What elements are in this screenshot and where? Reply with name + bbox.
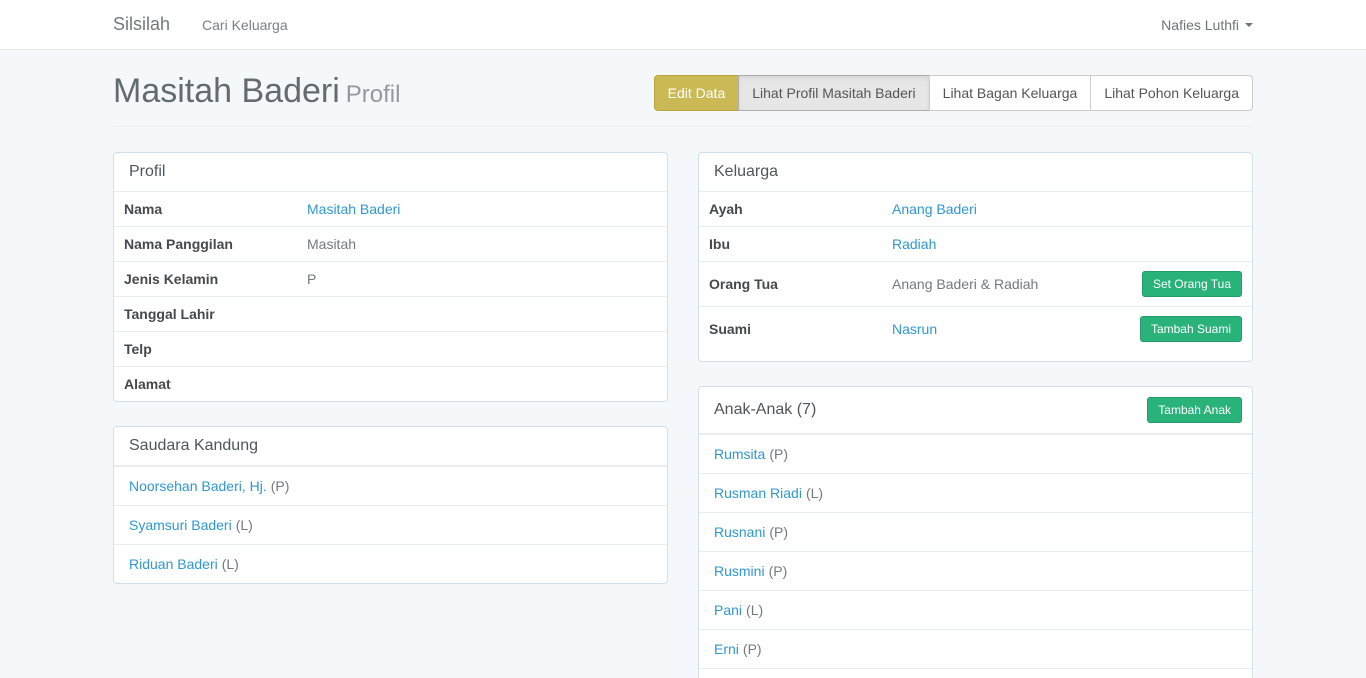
saudara-kandung-panel: Saudara Kandung Noorsehan Baderi, Hj.(P)… xyxy=(113,426,668,584)
lihat-pohon-keluarga-button[interactable]: Lihat Pohon Keluarga xyxy=(1090,75,1253,111)
sibling-link[interactable]: Syamsuri Baderi xyxy=(129,517,232,533)
page-title: Masitah BaderiProfil xyxy=(113,72,400,114)
person-name: Masitah Baderi xyxy=(113,72,340,110)
keluarga-title: Keluarga xyxy=(714,163,778,181)
profil-panel: Profil Nama Masitah Baderi Nama Panggila… xyxy=(113,152,668,402)
list-item: Pani(L) xyxy=(699,590,1252,629)
list-item: Riduan Baderi(L) xyxy=(114,544,667,583)
child-link[interactable]: Pani xyxy=(714,602,742,618)
row-value: Masitah xyxy=(299,227,667,262)
child-link[interactable]: Erni xyxy=(714,641,739,657)
table-row: Suami Nasrun Tambah Suami xyxy=(699,307,1252,352)
profile-action-group: Edit Data Lihat Profil Masitah Baderi Li… xyxy=(654,75,1253,111)
row-label: Telp xyxy=(114,332,299,367)
gender-label: (P) xyxy=(769,446,788,462)
gender-label: (P) xyxy=(769,524,788,540)
lihat-profil-button[interactable]: Lihat Profil Masitah Baderi xyxy=(738,75,929,111)
nav-item-cari-keluarga[interactable]: Cari Keluarga xyxy=(202,17,288,33)
suami-link[interactable]: Nasrun xyxy=(892,321,937,337)
nama-link[interactable]: Masitah Baderi xyxy=(307,201,400,217)
ibu-link[interactable]: Radiah xyxy=(892,236,936,252)
table-row: Ibu Radiah xyxy=(699,227,1252,262)
table-row: Telp xyxy=(114,332,667,367)
list-item: Syamsuri Baderi(L) xyxy=(114,505,667,544)
row-label: Ibu xyxy=(699,227,884,262)
gender-label: (P) xyxy=(769,563,788,579)
keluarga-table: Ayah Anang Baderi Ibu Radiah Orang Tua A… xyxy=(699,192,1252,351)
row-value xyxy=(299,367,667,402)
keluarga-heading: Keluarga xyxy=(699,153,1252,192)
child-link[interactable]: Rusman Riadi xyxy=(714,485,802,501)
row-label: Tanggal Lahir xyxy=(114,297,299,332)
profil-panel-title: Profil xyxy=(129,163,165,181)
profil-panel-heading: Profil xyxy=(114,153,667,192)
saudara-kandung-heading: Saudara Kandung xyxy=(114,427,667,466)
sibling-link[interactable]: Noorsehan Baderi, Hj. xyxy=(129,478,267,494)
table-row: Jenis Kelamin P xyxy=(114,262,667,297)
list-item: Erni(P) xyxy=(699,629,1252,668)
row-value xyxy=(299,332,667,367)
anak-anak-title: Anak-Anak (7) xyxy=(714,401,816,419)
table-row: Alamat xyxy=(114,367,667,402)
tambah-anak-button[interactable]: Tambah Anak xyxy=(1147,397,1242,423)
table-row: Nama Panggilan Masitah xyxy=(114,227,667,262)
child-link[interactable]: Rusnani xyxy=(714,524,765,540)
keluarga-panel: Keluarga Ayah Anang Baderi Ibu Radiah Or… xyxy=(698,152,1253,362)
saudara-kandung-title: Saudara Kandung xyxy=(129,437,258,455)
row-value xyxy=(299,297,667,332)
list-item: Rusman Riadi(L) xyxy=(699,473,1252,512)
row-label: Alamat xyxy=(114,367,299,402)
gender-label: (L) xyxy=(746,602,763,618)
row-label: Orang Tua xyxy=(699,262,884,307)
ayah-link[interactable]: Anang Baderi xyxy=(892,201,977,217)
row-label: Jenis Kelamin xyxy=(114,262,299,297)
table-row: Nama Masitah Baderi xyxy=(114,192,667,227)
table-row: Orang Tua Anang Baderi & Radiah Set Oran… xyxy=(699,262,1252,307)
row-value: P xyxy=(299,262,667,297)
orang-tua-value: Anang Baderi & Radiah xyxy=(884,262,1096,307)
table-row: Ayah Anang Baderi xyxy=(699,192,1252,227)
profil-table: Nama Masitah Baderi Nama Panggilan Masit… xyxy=(114,192,667,401)
user-name: Nafies Luthfi xyxy=(1161,17,1239,33)
edit-data-button[interactable]: Edit Data xyxy=(654,75,740,111)
gender-label: (P) xyxy=(743,641,762,657)
page-subtitle: Profil xyxy=(346,81,401,108)
child-link[interactable]: Rumsita xyxy=(714,446,765,462)
page-header: Masitah BaderiProfil Edit Data Lihat Pro… xyxy=(113,72,1253,127)
anak-anak-heading: Anak-Anak (7) Tambah Anak xyxy=(699,387,1252,434)
brand-link[interactable]: Silsilah xyxy=(113,14,170,35)
lihat-bagan-keluarga-button[interactable]: Lihat Bagan Keluarga xyxy=(929,75,1092,111)
row-label: Suami xyxy=(699,307,884,352)
navbar: Silsilah Cari Keluarga Nafies Luthfi xyxy=(0,0,1366,50)
gender-label: (L) xyxy=(806,485,823,501)
gender-label: (L) xyxy=(222,556,239,572)
list-item xyxy=(699,668,1252,678)
user-dropdown[interactable]: Nafies Luthfi xyxy=(1161,17,1253,33)
sibling-link[interactable]: Riduan Baderi xyxy=(129,556,218,572)
list-item: Rusnani(P) xyxy=(699,512,1252,551)
anak-anak-panel: Anak-Anak (7) Tambah Anak Rumsita(P) Rus… xyxy=(698,386,1253,678)
tambah-suami-button[interactable]: Tambah Suami xyxy=(1140,316,1242,342)
row-label: Nama xyxy=(114,192,299,227)
row-label: Ayah xyxy=(699,192,884,227)
list-item: Noorsehan Baderi, Hj.(P) xyxy=(114,466,667,505)
list-item: Rusmini(P) xyxy=(699,551,1252,590)
chevron-down-icon xyxy=(1245,23,1253,27)
row-label: Nama Panggilan xyxy=(114,227,299,262)
table-row: Tanggal Lahir xyxy=(114,297,667,332)
gender-label: (P) xyxy=(271,478,290,494)
list-item: Rumsita(P) xyxy=(699,434,1252,473)
set-orang-tua-button[interactable]: Set Orang Tua xyxy=(1142,271,1242,297)
child-link[interactable]: Rusmini xyxy=(714,563,765,579)
gender-label: (L) xyxy=(236,517,253,533)
